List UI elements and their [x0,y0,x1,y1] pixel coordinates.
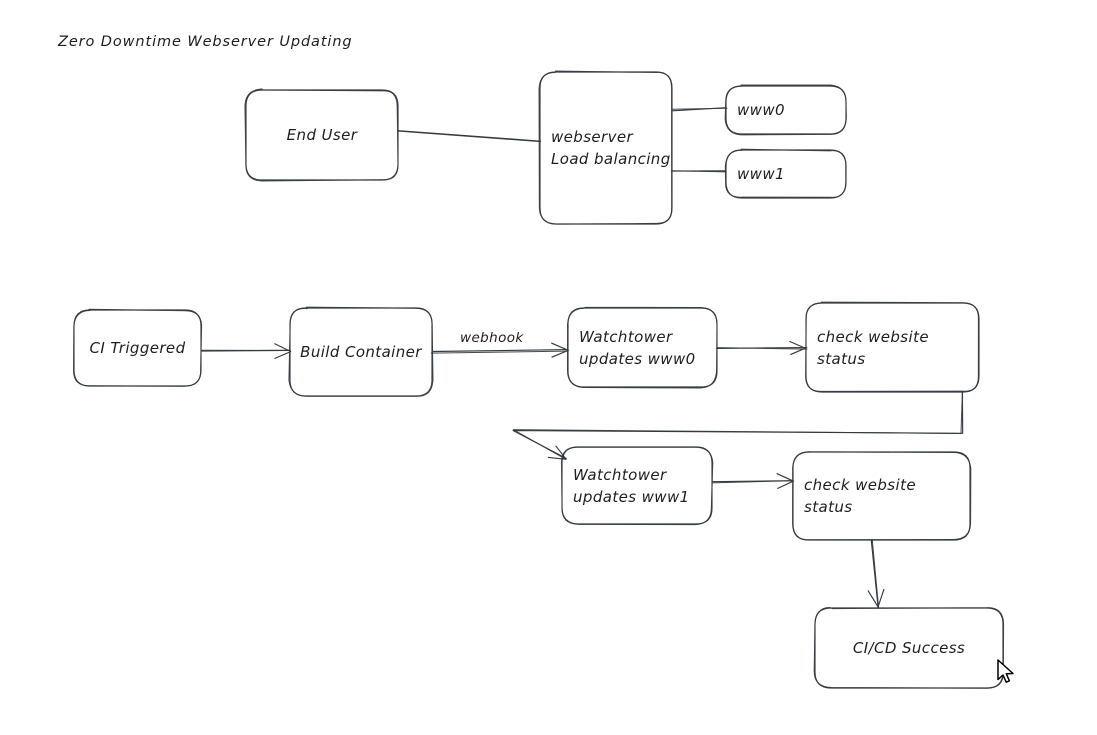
diagram-canvas: End User webserver Load balancing www0 www1… [0,0,1097,735]
diagram-vector-layer [73,70,1005,689]
